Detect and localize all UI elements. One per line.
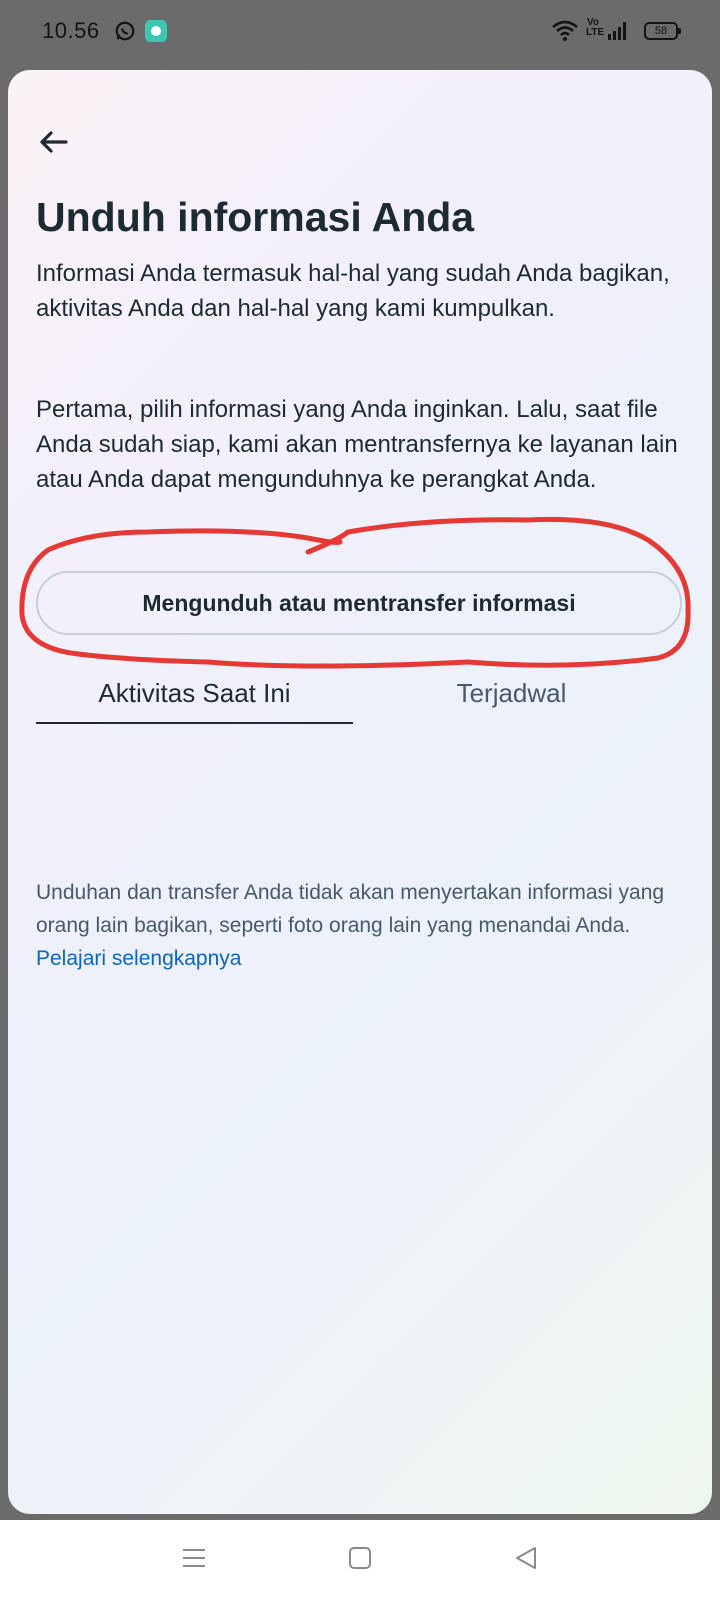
tab-current-activity[interactable]: Aktivitas Saat Ini	[36, 670, 353, 724]
activity-tabs: Aktivitas Saat Ini Terjadwal	[36, 670, 682, 726]
learn-more-link[interactable]: Pelajari selengkapnya	[36, 947, 241, 970]
back-triangle-icon[interactable]	[514, 1546, 538, 1570]
description-text: Informasi Anda termasuk hal-hal yang sud…	[36, 260, 670, 322]
tab-scheduled[interactable]: Terjadwal	[353, 670, 670, 724]
navigation-bar	[0, 1520, 720, 1600]
status-time: 10.56	[42, 18, 100, 43]
download-or-transfer-button[interactable]: Mengunduh atau mentransfer informasi	[36, 571, 682, 635]
download-info-sheet: Unduh informasi Anda Informasi Anda term…	[8, 70, 712, 1514]
wifi-icon	[552, 20, 578, 41]
screen: 10.56 Vo LTE 58 Unduh informasi Anda Inf…	[0, 0, 720, 1600]
whatsapp-icon	[115, 21, 135, 41]
battery-indicator: 58	[644, 22, 681, 40]
menu-icon[interactable]	[182, 1546, 206, 1570]
status-bar: 10.56 Vo LTE 58	[0, 0, 720, 64]
volte-indicator: Vo LTE	[586, 17, 605, 38]
footnote-body: Unduhan dan transfer Anda tidak akan men…	[36, 881, 665, 937]
app-notification-icon	[145, 20, 167, 42]
signal-icon	[608, 22, 626, 40]
instructions-text: Pertama, pilih informasi yang Anda ingin…	[36, 396, 678, 493]
page-title: Unduh informasi Anda	[36, 194, 475, 240]
back-arrow-icon[interactable]	[36, 124, 72, 160]
home-square-icon[interactable]	[348, 1546, 372, 1570]
footnote-text: Unduhan dan transfer Anda tidak akan men…	[36, 876, 686, 975]
